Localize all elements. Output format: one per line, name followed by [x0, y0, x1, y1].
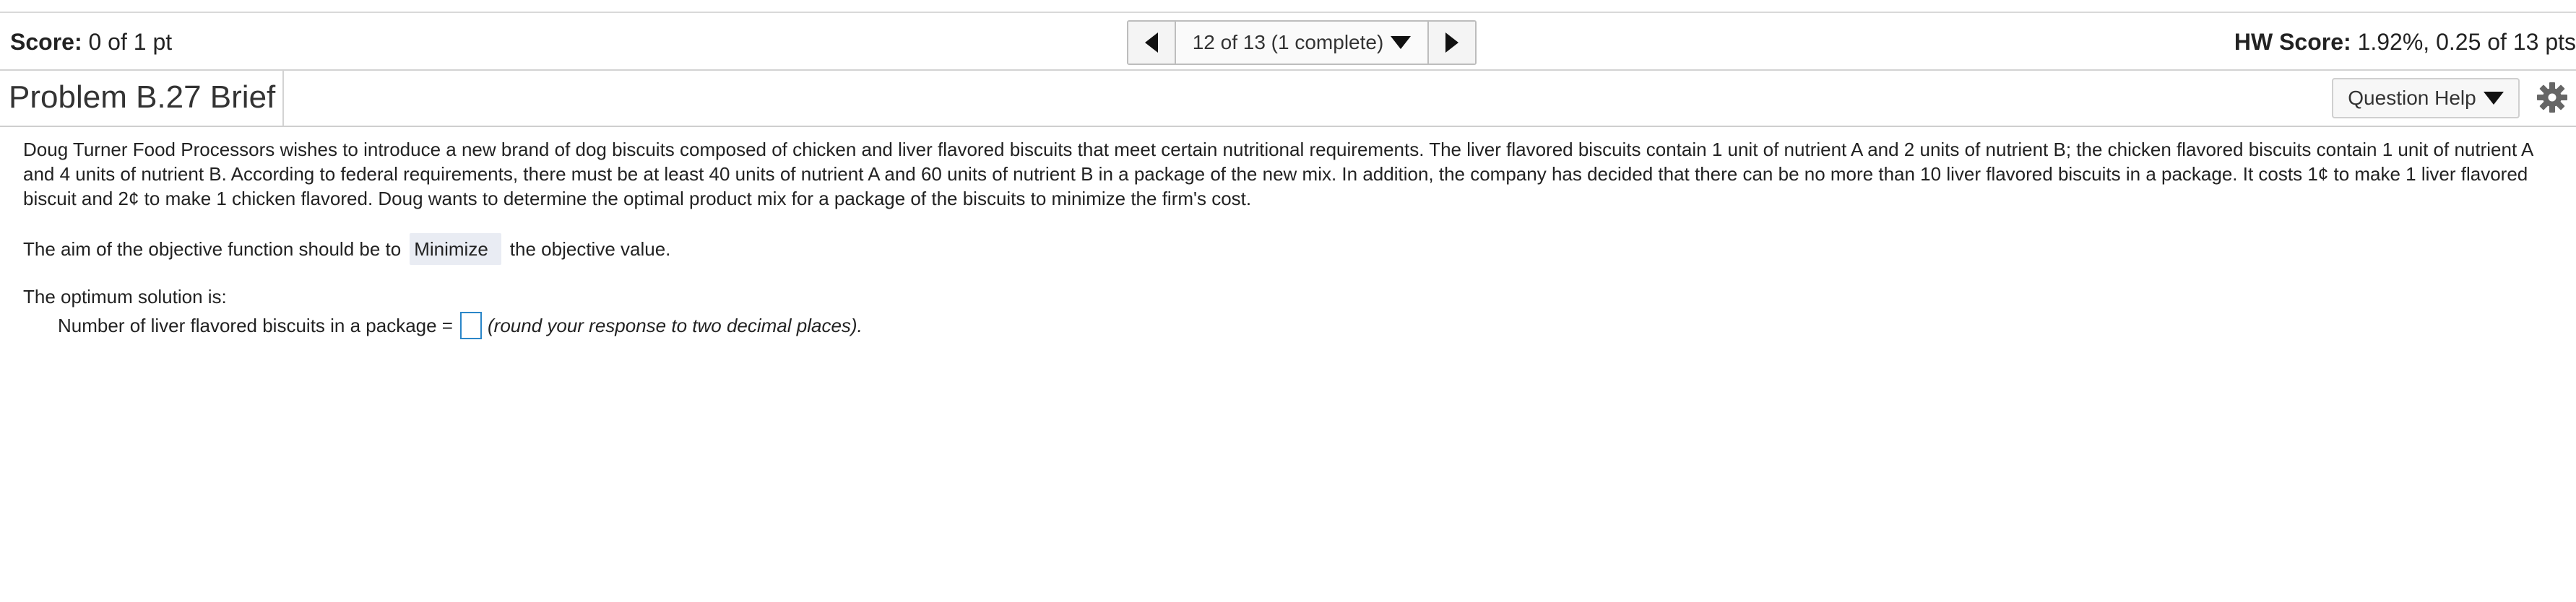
score-label: Score: — [10, 29, 82, 55]
liver-label: Number of liver flavored biscuits in a p… — [58, 315, 453, 336]
score: Score: 0 of 1 pt — [10, 29, 172, 56]
aim-prefix: The aim of the objective function should… — [23, 238, 402, 260]
problem-statement: Doug Turner Food Processors wishes to in… — [23, 139, 2533, 209]
triangle-down-icon — [1391, 36, 1412, 49]
hw-score: HW Score: 1.92%, 0.25 of 13 pts — [2234, 29, 2576, 56]
gear-icon[interactable] — [2534, 79, 2570, 115]
triangle-right-icon — [1445, 32, 1458, 53]
previous-question-button[interactable] — [1128, 22, 1176, 64]
liver-biscuits-input[interactable] — [460, 312, 482, 339]
question-navigator: 12 of 13 (1 complete) — [1127, 20, 1477, 65]
score-bar: Score: 0 of 1 pt 12 of 13 (1 complete) H… — [0, 13, 2576, 71]
question-help-label: Question Help — [2348, 87, 2476, 109]
problem-content: Doug Turner Food Processors wishes to in… — [23, 137, 2559, 342]
problem-header: Problem B.27 Brief Question Help — [0, 69, 2576, 127]
optimum-label: The optimum solution is: — [23, 286, 227, 307]
hw-score-value: 1.92%, 0.25 of 13 pts — [2357, 29, 2576, 55]
question-help-button[interactable]: Question Help — [2332, 78, 2520, 118]
question-counter: 12 of 13 (1 complete) — [1192, 31, 1384, 53]
round-hint: (round your response to two decimal plac… — [488, 315, 863, 336]
triangle-left-icon — [1145, 32, 1158, 53]
liver-answer-line: Number of liver flavored biscuits in a p… — [58, 309, 2559, 342]
triangle-down-icon — [2483, 92, 2504, 105]
next-question-button[interactable] — [1427, 22, 1475, 64]
aim-select[interactable]: Minimize — [410, 233, 501, 265]
score-value: 0 of 1 pt — [88, 29, 173, 55]
problem-title: Problem B.27 Brief — [0, 69, 285, 126]
hw-score-label: HW Score: — [2234, 29, 2351, 55]
top-title-fragment — [0, 0, 2576, 13]
aim-suffix: the objective value. — [509, 238, 671, 260]
objective-aim-line: The aim of the objective function should… — [23, 232, 2559, 266]
question-selector[interactable]: 12 of 13 (1 complete) — [1176, 22, 1427, 64]
